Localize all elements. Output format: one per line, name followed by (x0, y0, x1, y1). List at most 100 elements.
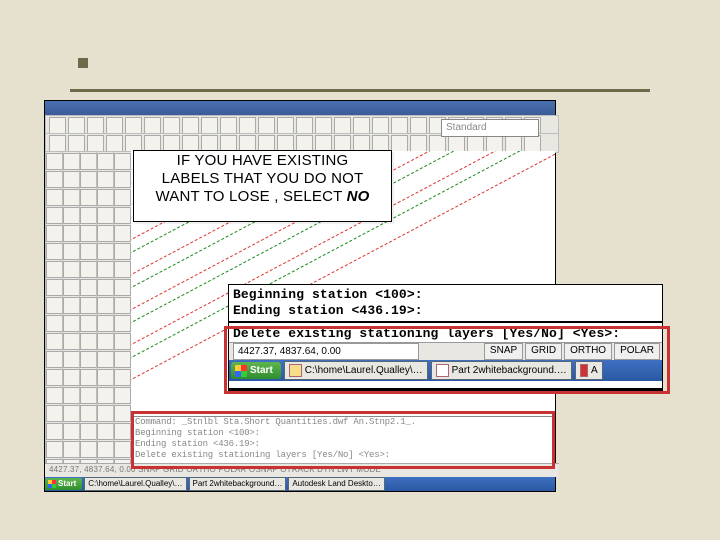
tool-button[interactable] (114, 333, 131, 350)
tool-button[interactable] (114, 351, 131, 368)
tool-button[interactable] (114, 423, 131, 440)
tool-button[interactable] (63, 243, 80, 260)
tool-button[interactable] (97, 189, 114, 206)
tool-button[interactable] (63, 189, 80, 206)
tool-button[interactable] (114, 171, 131, 188)
tool-button[interactable] (97, 261, 114, 278)
tool-button[interactable] (97, 279, 114, 296)
tool-button[interactable] (63, 171, 80, 188)
tool-button[interactable] (106, 135, 123, 152)
tool-button[interactable] (46, 441, 63, 458)
tool-button[interactable] (114, 225, 131, 242)
tool-button[interactable] (63, 441, 80, 458)
tool-button[interactable] (80, 171, 97, 188)
tool-button[interactable] (46, 387, 63, 404)
tool-button[interactable] (63, 279, 80, 296)
tool-button[interactable] (220, 135, 237, 152)
tool-button[interactable] (315, 135, 332, 152)
tool-button[interactable] (125, 117, 142, 134)
tool-button[interactable] (63, 207, 80, 224)
tool-button[interactable] (80, 369, 97, 386)
tool-button[interactable] (63, 405, 80, 422)
tool-button[interactable] (46, 171, 63, 188)
tool-button[interactable] (80, 279, 97, 296)
tool-button[interactable] (182, 135, 199, 152)
tool-button[interactable] (46, 261, 63, 278)
tool-button[interactable] (97, 225, 114, 242)
tool-button[interactable] (296, 135, 313, 152)
tool-button[interactable] (80, 333, 97, 350)
tool-button[interactable] (80, 243, 97, 260)
tool-button[interactable] (63, 369, 80, 386)
tool-button[interactable] (46, 243, 63, 260)
tool-button[interactable] (63, 297, 80, 314)
tool-button[interactable] (486, 135, 503, 152)
tool-button[interactable] (80, 297, 97, 314)
start-button[interactable]: Start (45, 478, 82, 490)
tool-button[interactable] (80, 261, 97, 278)
tool-button[interactable] (46, 333, 63, 350)
tool-button[interactable] (144, 117, 161, 134)
tool-button[interactable] (63, 315, 80, 332)
tool-button[interactable] (46, 315, 63, 332)
tool-button[interactable] (372, 135, 389, 152)
tool-button[interactable] (258, 135, 275, 152)
tool-button[interactable] (46, 351, 63, 368)
tool-button[interactable] (277, 117, 294, 134)
tool-button[interactable] (87, 135, 104, 152)
tool-button[interactable] (87, 117, 104, 134)
tool-palette-5[interactable] (113, 151, 132, 473)
tool-button[interactable] (114, 315, 131, 332)
tool-button[interactable] (372, 117, 389, 134)
tool-button[interactable] (353, 135, 370, 152)
taskbar-item[interactable]: Part 2whitebackground… (189, 477, 287, 491)
tool-button[interactable] (114, 207, 131, 224)
tool-button[interactable] (114, 243, 131, 260)
tool-button[interactable] (114, 441, 131, 458)
tool-button[interactable] (46, 153, 63, 170)
tool-button[interactable] (114, 261, 131, 278)
tool-button[interactable] (114, 405, 131, 422)
tool-button[interactable] (80, 351, 97, 368)
tool-button[interactable] (220, 117, 237, 134)
tool-button[interactable] (353, 117, 370, 134)
tool-button[interactable] (125, 135, 142, 152)
tool-button[interactable] (410, 135, 427, 152)
tool-button[interactable] (63, 333, 80, 350)
tool-button[interactable] (80, 405, 97, 422)
tool-button[interactable] (80, 153, 97, 170)
tool-button[interactable] (46, 225, 63, 242)
tool-button[interactable] (97, 207, 114, 224)
tool-button[interactable] (239, 117, 256, 134)
tool-button[interactable] (80, 423, 97, 440)
taskbar-item[interactable]: Autodesk Land Deskto… (288, 477, 385, 491)
tool-button[interactable] (144, 135, 161, 152)
tool-button[interactable] (277, 135, 294, 152)
tool-button[interactable] (46, 297, 63, 314)
tool-button[interactable] (97, 405, 114, 422)
tool-button[interactable] (63, 351, 80, 368)
tool-button[interactable] (46, 189, 63, 206)
tool-button[interactable] (63, 261, 80, 278)
tool-button[interactable] (46, 279, 63, 296)
tool-button[interactable] (315, 117, 332, 134)
tool-button[interactable] (334, 117, 351, 134)
tool-button[interactable] (410, 117, 427, 134)
tool-button[interactable] (46, 369, 63, 386)
tool-button[interactable] (80, 189, 97, 206)
tool-button[interactable] (97, 351, 114, 368)
tool-button[interactable] (80, 225, 97, 242)
tool-button[interactable] (429, 135, 446, 152)
tool-button[interactable] (49, 117, 66, 134)
tool-button[interactable] (163, 135, 180, 152)
tool-button[interactable] (97, 333, 114, 350)
tool-button[interactable] (106, 117, 123, 134)
tool-button[interactable] (80, 207, 97, 224)
tool-button[interactable] (114, 279, 131, 296)
tool-button[interactable] (68, 135, 85, 152)
tool-button[interactable] (46, 207, 63, 224)
tool-button[interactable] (80, 441, 97, 458)
tool-button[interactable] (97, 153, 114, 170)
tool-button[interactable] (97, 387, 114, 404)
style-dropdown[interactable]: Standard (441, 119, 539, 137)
